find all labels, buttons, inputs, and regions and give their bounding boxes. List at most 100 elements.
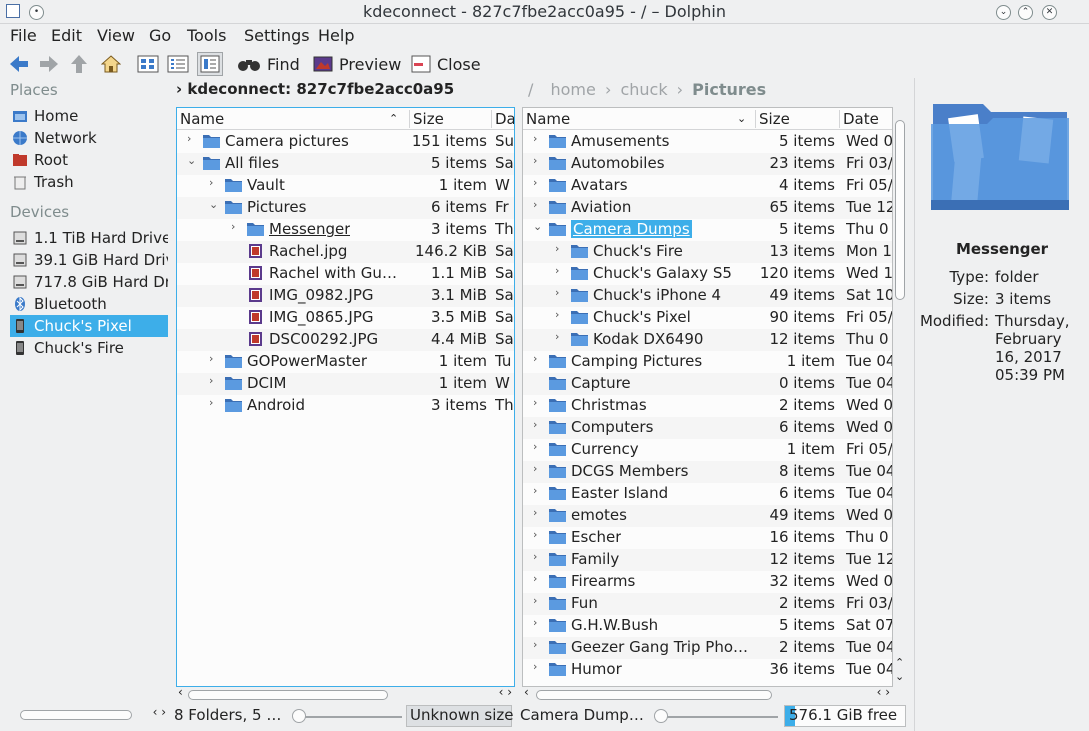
- right_pane-row[interactable]: › Fun 2 items Fri 03/: [523, 593, 892, 615]
- place-trash[interactable]: Trash: [10, 171, 168, 193]
- left-h-scrollbar[interactable]: ‹ ‹ ›: [178, 685, 514, 702]
- right-file-view[interactable]: Name ⌄ Size Date › Amusements 5 items Wed 0…: [522, 107, 893, 687]
- close-split-button[interactable]: Close: [411, 52, 481, 76]
- right-zoom-knob[interactable]: [654, 709, 668, 723]
- collapsed-chevron-icon[interactable]: ›: [555, 286, 565, 299]
- breadcrumb-chuck[interactable]: chuck: [620, 80, 667, 99]
- icons-view-button[interactable]: [137, 52, 159, 76]
- collapsed-chevron-icon[interactable]: ›: [533, 352, 543, 365]
- home-button[interactable]: [101, 52, 121, 76]
- collapsed-chevron-icon[interactable]: ›: [533, 572, 543, 585]
- left_pane-row[interactable]: Rachel.jpg 146.2 KiB Sa: [177, 241, 514, 263]
- collapsed-chevron-icon[interactable]: ›: [533, 154, 543, 167]
- collapsed-chevron-icon[interactable]: ›: [533, 528, 543, 541]
- collapsed-chevron-icon[interactable]: ›: [533, 550, 543, 563]
- collapsed-chevron-icon[interactable]: ›: [209, 396, 219, 409]
- right_pane-row[interactable]: › Escher 16 items Thu 0: [523, 527, 892, 549]
- scroll-left-icon[interactable]: ‹: [524, 685, 529, 699]
- right_pane-row[interactable]: › Kodak DX6490 12 items Thu 0: [523, 329, 892, 351]
- up-button[interactable]: [70, 52, 88, 76]
- device-drive-2[interactable]: 39.1 GiB Hard Drive: [10, 249, 168, 271]
- right_pane-row[interactable]: › Family 12 items Tue 12: [523, 549, 892, 571]
- left-h-scroll-thumb[interactable]: [188, 690, 388, 700]
- left-col-date[interactable]: Da: [491, 110, 514, 128]
- collapsed-chevron-icon[interactable]: ›: [533, 176, 543, 189]
- place-root[interactable]: Root: [10, 149, 168, 171]
- left-location-bar[interactable]: › kdeconnect: 827c7fbe2acc0a95: [176, 80, 454, 102]
- right_pane-row[interactable]: › Firearms 32 items Wed 0: [523, 571, 892, 593]
- left_pane-row[interactable]: ⌄ Pictures 6 items Fr: [177, 197, 514, 219]
- left_pane-row[interactable]: DSC00292.JPG 4.4 MiB Sa: [177, 329, 514, 351]
- collapsed-chevron-icon[interactable]: ›: [533, 462, 543, 475]
- menu-help[interactable]: Help: [318, 26, 354, 45]
- device-drive-1[interactable]: 1.1 TiB Hard Drive: [10, 227, 168, 249]
- collapsed-chevron-icon[interactable]: ›: [533, 198, 543, 211]
- collapsed-chevron-icon[interactable]: ›: [187, 132, 197, 145]
- place-home[interactable]: Home: [10, 105, 168, 127]
- right-col-name[interactable]: Name: [526, 110, 570, 128]
- left-zoom-knob[interactable]: [292, 709, 306, 723]
- collapsed-chevron-icon[interactable]: ›: [555, 330, 565, 343]
- close-window-button[interactable]: ✕: [1042, 5, 1057, 20]
- menu-tools[interactable]: Tools: [187, 26, 226, 45]
- device-chucks-fire[interactable]: Chuck's Fire: [10, 337, 168, 359]
- expanded-chevron-icon[interactable]: ⌄: [187, 154, 197, 167]
- compact-view-button[interactable]: [167, 52, 189, 76]
- breadcrumb-pictures[interactable]: Pictures: [692, 80, 766, 99]
- right_pane-row[interactable]: › Computers 6 items Wed 0: [523, 417, 892, 439]
- place-network[interactable]: Network: [10, 127, 168, 149]
- breadcrumb-home[interactable]: home: [550, 80, 595, 99]
- collapsed-chevron-icon[interactable]: ›: [533, 396, 543, 409]
- scroll-left-icon[interactable]: ‹: [178, 685, 183, 699]
- right_pane-row[interactable]: › Avatars 4 items Fri 05/: [523, 175, 892, 197]
- collapsed-chevron-icon[interactable]: ›: [533, 418, 543, 431]
- device-bluetooth[interactable]: Bluetooth: [10, 293, 168, 315]
- right_pane-row[interactable]: › Chuck's Fire 13 items Mon 1: [523, 241, 892, 263]
- left-zoom-slider[interactable]: [298, 716, 402, 718]
- breadcrumb[interactable]: / home › chuck › Pictures: [528, 80, 766, 102]
- menu-go[interactable]: Go: [149, 26, 171, 45]
- left-col-name[interactable]: Name: [180, 110, 224, 128]
- expanded-chevron-icon[interactable]: ⌄: [209, 198, 219, 211]
- right_pane-row[interactable]: › Chuck's Galaxy S5 120 items Wed 1: [523, 263, 892, 285]
- right_pane-row[interactable]: › Amusements 5 items Wed 0: [523, 131, 892, 153]
- maximize-button[interactable]: ⌃: [1018, 5, 1033, 20]
- right-col-date[interactable]: Date: [839, 110, 879, 128]
- right_pane-row[interactable]: › Camping Pictures 1 item Tue 04: [523, 351, 892, 373]
- right-v-scrollbar[interactable]: ⌃ ⌄: [893, 108, 907, 686]
- left_pane-row[interactable]: › Messenger 3 items Th: [177, 219, 514, 241]
- back-button[interactable]: [9, 52, 29, 76]
- sort-ascending-icon[interactable]: ⌃: [389, 112, 398, 125]
- left_pane-row[interactable]: ⌄ All files 5 items Sa: [177, 153, 514, 175]
- scroll-down-icon[interactable]: ⌄: [895, 670, 904, 683]
- left_pane-row[interactable]: › Camera pictures 151 items Su: [177, 131, 514, 153]
- collapsed-chevron-icon[interactable]: ›: [533, 440, 543, 453]
- collapsed-chevron-icon[interactable]: ›: [209, 352, 219, 365]
- right_pane-row[interactable]: ⌄ Camera Dumps 5 items Thu 0: [523, 219, 892, 241]
- scroll-arrows-icon[interactable]: ‹ ›: [499, 685, 512, 699]
- collapsed-chevron-icon[interactable]: ›: [533, 506, 543, 519]
- collapsed-chevron-icon[interactable]: ›: [209, 176, 219, 189]
- device-chucks-pixel[interactable]: Chuck's Pixel: [10, 315, 168, 337]
- right-v-scroll-thumb[interactable]: [895, 120, 905, 300]
- find-button[interactable]: Find: [237, 52, 300, 76]
- left-col-size[interactable]: Size: [409, 110, 444, 128]
- right-h-scrollbar[interactable]: ‹ ‹ ›: [524, 685, 892, 702]
- collapsed-chevron-icon[interactable]: ›: [533, 616, 543, 629]
- right_pane-row[interactable]: › Currency 1 item Fri 05/: [523, 439, 892, 461]
- collapsed-chevron-icon[interactable]: ›: [555, 242, 565, 255]
- right_pane-row[interactable]: › Geezer Gang Trip Photos 2 items Tue 04: [523, 637, 892, 659]
- menu-file[interactable]: File: [10, 26, 37, 45]
- right_pane-row[interactable]: › DCGS Members 8 items Tue 04: [523, 461, 892, 483]
- left-file-view[interactable]: Name ⌃ Size Da › Camera pictures 151 items…: [176, 107, 515, 687]
- collapsed-chevron-icon[interactable]: ›: [533, 484, 543, 497]
- collapsed-chevron-icon[interactable]: ›: [209, 374, 219, 387]
- collapsed-chevron-icon[interactable]: ›: [533, 638, 543, 651]
- right_pane-row[interactable]: › emotes 49 items Wed 0: [523, 505, 892, 527]
- breadcrumb-root[interactable]: /: [528, 80, 533, 99]
- left_pane-row[interactable]: IMG_0982.JPG 3.1 MiB Sa: [177, 285, 514, 307]
- right-col-size[interactable]: Size: [755, 110, 790, 128]
- left_pane-row[interactable]: › DCIM 1 item W: [177, 373, 514, 395]
- right_pane-row[interactable]: › Easter Island 6 items Tue 04: [523, 483, 892, 505]
- sort-descending-icon[interactable]: ⌄: [737, 112, 746, 125]
